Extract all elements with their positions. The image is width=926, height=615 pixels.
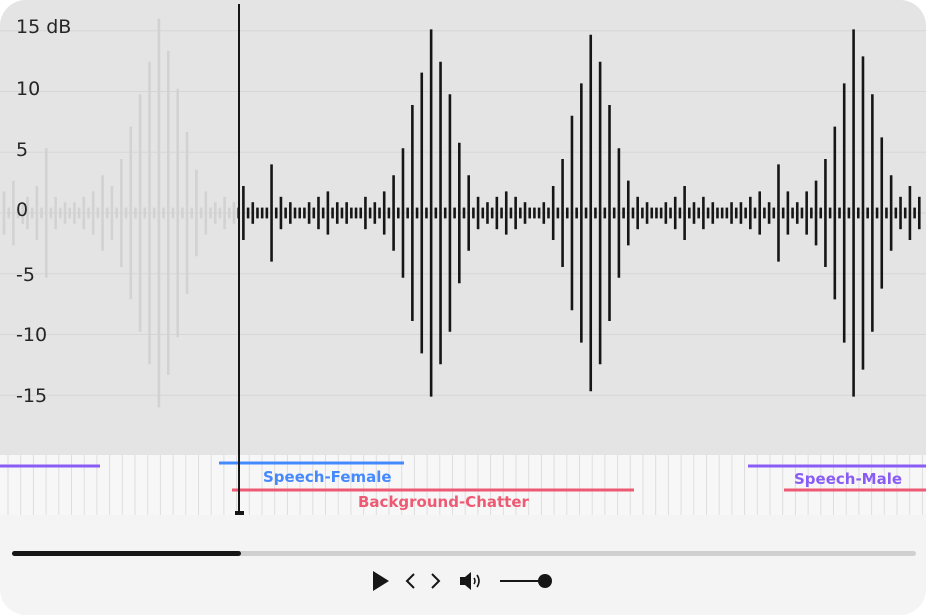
segment-label-speech-male[interactable]: Speech-Male <box>794 470 902 488</box>
segment-label-background-chatter[interactable]: Background-Chatter <box>358 493 529 511</box>
waveform-chart <box>0 18 926 408</box>
progress-fill <box>12 551 241 556</box>
chevron-left-icon <box>405 573 415 589</box>
volume-slider[interactable] <box>500 574 552 588</box>
next-button[interactable] <box>426 571 446 591</box>
volume-icon <box>460 572 480 590</box>
volume-button[interactable] <box>456 568 486 594</box>
play-button[interactable] <box>368 569 392 593</box>
audio-player: 15 dB 10 5 0 -5 -10 -15 Speech-Female Ba… <box>0 0 926 615</box>
previous-button[interactable] <box>400 571 420 591</box>
y-axis-label-5: 5 <box>16 139 29 161</box>
y-axis-label-minus-10: -10 <box>16 324 48 346</box>
y-axis-label-15: 15 dB <box>16 16 72 38</box>
waveform-panel[interactable]: 15 dB 10 5 0 -5 -10 -15 <box>0 0 926 455</box>
volume-slider-knob[interactable] <box>538 574 552 588</box>
y-axis-label-minus-15: -15 <box>16 385 48 407</box>
player-controls <box>0 515 926 615</box>
chevron-right-icon <box>431 573 441 589</box>
segment-label-speech-female[interactable]: Speech-Female <box>263 468 392 486</box>
label-timeline[interactable]: Speech-Female Background-Chatter Speech-… <box>0 455 926 515</box>
playhead-line[interactable] <box>238 4 240 512</box>
y-axis-label-10: 10 <box>16 78 41 100</box>
y-axis-label-minus-5: -5 <box>16 264 35 286</box>
progress-bar[interactable] <box>12 551 916 556</box>
play-icon <box>373 571 389 591</box>
y-axis-label-0: 0 <box>16 199 29 221</box>
